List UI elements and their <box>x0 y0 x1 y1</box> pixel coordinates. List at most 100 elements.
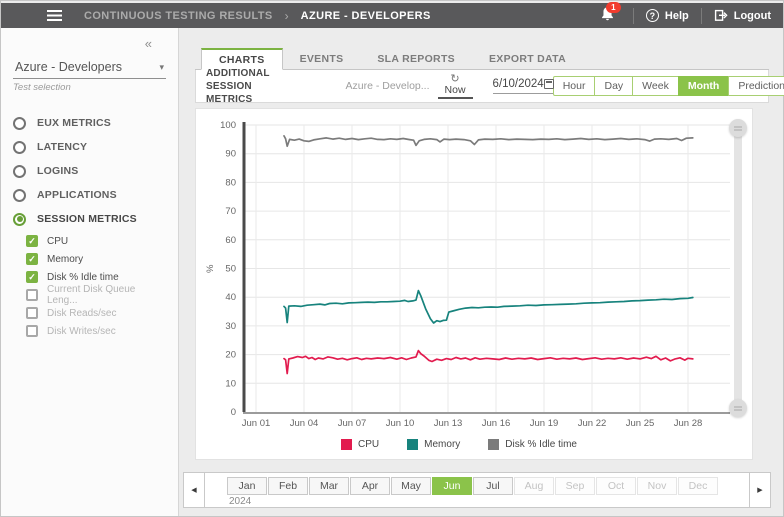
month-jun[interactable]: Jun <box>432 477 472 495</box>
tab-events[interactable]: EVENTS <box>283 48 361 69</box>
month-jan[interactable]: Jan <box>227 477 267 495</box>
slider-handle-top[interactable] <box>729 119 747 137</box>
legend-item[interactable]: Disk % Idle time <box>488 439 577 450</box>
tab-export-data[interactable]: EXPORT DATA <box>472 48 583 69</box>
category-label: APPLICATIONS <box>37 189 117 201</box>
svg-text:100: 100 <box>220 120 236 131</box>
chart-legend: CPU Memory Disk % Idle time <box>196 439 722 450</box>
checkbox-icon <box>26 253 38 265</box>
range-prediction-button[interactable]: Prediction <box>728 76 784 96</box>
month-dec[interactable]: Dec <box>678 477 718 495</box>
radio-icon <box>13 117 26 130</box>
slider-handle-bottom[interactable] <box>729 399 747 417</box>
range-day-button[interactable]: Day <box>594 76 633 96</box>
category-label: SESSION METRICS <box>37 213 137 225</box>
category-label: EUX METRICS <box>37 117 111 129</box>
checkbox-icon <box>26 235 38 247</box>
year-label: 2024 <box>227 496 718 507</box>
svg-text:Jun 19: Jun 19 <box>530 418 559 427</box>
month-jul[interactable]: Jul <box>473 477 513 495</box>
range-week-button[interactable]: Week <box>632 76 679 96</box>
month-may[interactable]: May <box>391 477 431 495</box>
svg-text:60: 60 <box>225 235 236 246</box>
radio-icon <box>13 213 26 226</box>
logout-icon <box>714 9 728 22</box>
next-year-icon[interactable]: ▶ <box>749 473 770 507</box>
logout-label: Logout <box>734 10 771 22</box>
category-logins[interactable]: LOGINS <box>13 159 166 183</box>
tab-bar: CHARTS EVENTS SLA REPORTS EXPORT DATA <box>195 48 769 70</box>
metric-disk-queue[interactable]: Current Disk Queue Leng... <box>26 286 166 304</box>
tab-sla-reports[interactable]: SLA REPORTS <box>360 48 472 69</box>
help-icon: ? <box>646 9 659 22</box>
month-selector-body: Jan Feb Mar Apr May Jun Jul Aug Sep Oct … <box>205 473 718 507</box>
topbar-actions: 1 ? Help Logout <box>600 6 771 26</box>
previous-year-icon[interactable]: ◀ <box>184 473 205 507</box>
chart-controls: ADDITIONAL SESSION METRICS Azure - Devel… <box>195 70 769 103</box>
test-select-value: Azure - Developers <box>15 60 159 74</box>
help-label: Help <box>665 10 689 22</box>
metric-disk-writes[interactable]: Disk Writes/sec <box>26 322 166 340</box>
test-select-caption: Test selection <box>13 82 166 93</box>
metric-label: Current Disk Queue Leng... <box>47 284 166 306</box>
chevron-down-icon: ▾ <box>159 62 164 73</box>
help-button[interactable]: ? Help <box>646 9 689 22</box>
metric-cpu[interactable]: CPU <box>26 232 166 250</box>
section-title: ADDITIONAL SESSION METRICS <box>206 67 269 106</box>
now-label: Now <box>438 84 473 99</box>
month-mar[interactable]: Mar <box>309 477 349 495</box>
month-nov[interactable]: Nov <box>637 477 677 495</box>
metric-label: Disk % Idle time <box>47 272 119 283</box>
svg-text:80: 80 <box>225 177 236 188</box>
slider-track[interactable] <box>734 128 742 408</box>
svg-text:Jun 13: Jun 13 <box>434 418 463 427</box>
logout-button[interactable]: Logout <box>714 9 771 22</box>
date-input[interactable]: 6/10/2024 <box>493 78 554 94</box>
refresh-icon: ↻ <box>450 74 459 84</box>
menu-icon[interactable] <box>47 10 62 21</box>
radio-icon <box>13 141 26 154</box>
checkbox-icon <box>26 289 38 301</box>
month-oct[interactable]: Oct <box>596 477 636 495</box>
notifications-button[interactable]: 1 <box>600 6 615 26</box>
category-latency[interactable]: LATENCY <box>13 135 166 159</box>
legend-swatch <box>407 439 418 450</box>
svg-text:40: 40 <box>225 292 236 303</box>
category-label: LOGINS <box>37 165 78 177</box>
top-bar: CONTINUOUS TESTING RESULTS › AZURE - DEV… <box>1 3 783 28</box>
radio-icon <box>13 189 26 202</box>
line-chart: 0102030405060708090100Jun 01Jun 04Jun 07… <box>202 115 737 427</box>
legend-item[interactable]: Memory <box>407 439 460 450</box>
refresh-now-button[interactable]: ↻ Now <box>438 74 473 99</box>
metric-checkbox-list: CPU Memory Disk % Idle time Current Disk… <box>26 232 166 340</box>
month-aug[interactable]: Aug <box>514 477 554 495</box>
svg-text:30: 30 <box>225 321 236 332</box>
category-session-metrics[interactable]: SESSION METRICS <box>13 207 166 231</box>
radio-icon <box>13 165 26 178</box>
metric-memory[interactable]: Memory <box>26 250 166 268</box>
legend-item[interactable]: CPU <box>341 439 379 450</box>
calendar-icon[interactable] <box>544 79 554 89</box>
metric-disk-reads[interactable]: Disk Reads/sec <box>26 304 166 322</box>
month-apr[interactable]: Apr <box>350 477 390 495</box>
category-eux-metrics[interactable]: EUX METRICS <box>13 111 166 135</box>
range-button-group: Hour Day Week Month Prediction <box>554 76 784 96</box>
legend-swatch <box>341 439 352 450</box>
month-buttons: Jan Feb Mar Apr May Jun Jul Aug Sep Oct … <box>227 477 718 495</box>
svg-text:0: 0 <box>231 407 236 418</box>
range-month-button[interactable]: Month <box>678 76 730 96</box>
collapse-sidebar-icon[interactable]: « <box>13 36 166 51</box>
checkbox-icon <box>26 271 38 283</box>
legend-label: CPU <box>358 439 379 450</box>
legend-label: Disk % Idle time <box>505 439 577 450</box>
category-applications[interactable]: APPLICATIONS <box>13 183 166 207</box>
metric-label: CPU <box>47 236 68 247</box>
svg-text:Jun 01: Jun 01 <box>242 418 271 427</box>
range-hour-button[interactable]: Hour <box>553 76 596 96</box>
test-select-dropdown[interactable]: Azure - Developers ▾ <box>13 55 166 79</box>
month-sep[interactable]: Sep <box>555 477 595 495</box>
month-feb[interactable]: Feb <box>268 477 308 495</box>
svg-text:10: 10 <box>225 378 236 389</box>
svg-text:Jun 10: Jun 10 <box>386 418 415 427</box>
breadcrumb-root[interactable]: CONTINUOUS TESTING RESULTS <box>84 10 273 22</box>
